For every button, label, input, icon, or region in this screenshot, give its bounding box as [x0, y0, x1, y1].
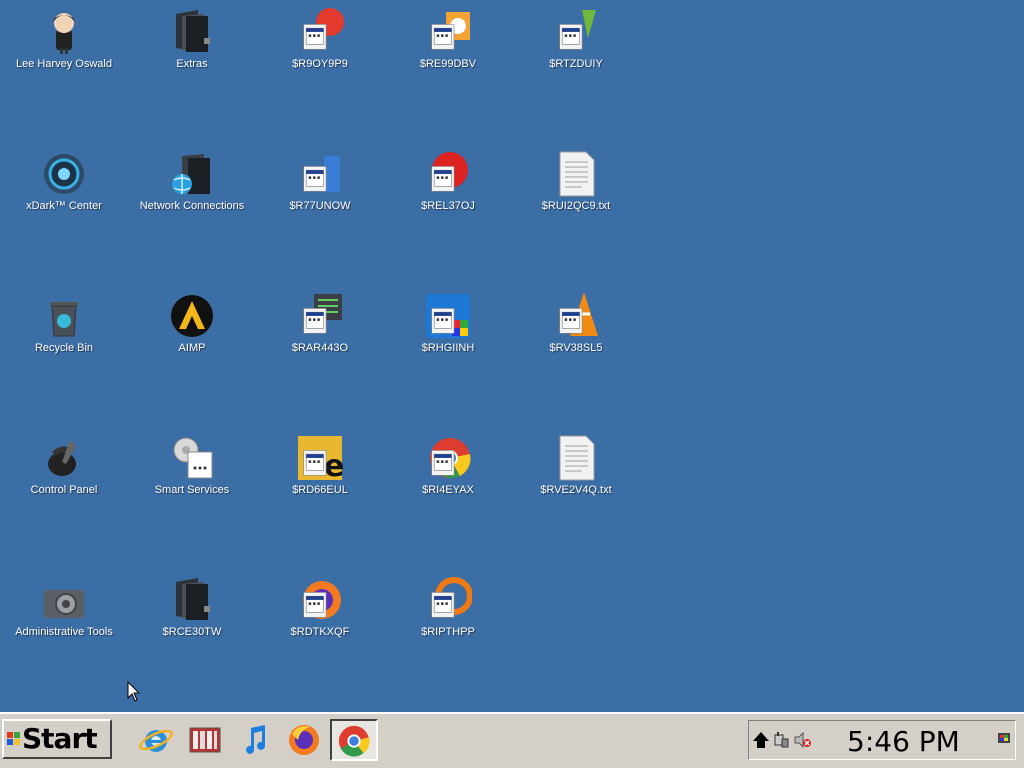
desktop-icon-rdtkxqf[interactable]: $RDTKXQF — [258, 570, 382, 650]
chrome-icon — [338, 725, 370, 757]
start-label: Start — [22, 722, 98, 755]
desktop-icon-control-panel[interactable]: Control Panel — [2, 428, 126, 508]
text-file-icon — [552, 150, 600, 198]
windows-flag-icon — [7, 732, 21, 746]
desktop-icon-label: $REL37OJ — [421, 200, 475, 212]
chrome-task-button[interactable] — [330, 719, 378, 761]
desktop-icon-label: xDark™ Center — [26, 200, 102, 212]
desktop-icon-rve2v4q-txt[interactable]: $RVE2V4Q.txt — [514, 428, 638, 508]
desktop-icon-ripthpp[interactable]: $RIPTHPP — [386, 570, 510, 650]
desktop-icon-label: AIMP — [178, 342, 206, 354]
network-plug-icon[interactable] — [771, 730, 791, 750]
desktop-icon-label: Administrative Tools — [15, 626, 113, 638]
app-shortcut-icon — [424, 292, 472, 340]
desktop-icon-xdark-center[interactable]: xDark™ Center — [2, 144, 126, 224]
internet-explorer-icon[interactable] — [138, 722, 174, 758]
desktop-icon-label: Lee Harvey Oswald — [16, 58, 112, 70]
app-shortcut-icon — [296, 576, 344, 624]
desktop-icon-rar443o[interactable]: $RAR443O — [258, 286, 382, 366]
desktop-icon-smart-services[interactable]: Smart Services — [130, 428, 254, 508]
desktop-icon-ri4eyax[interactable]: $RI4EYAX — [386, 428, 510, 508]
desktop-icon-label: $RAR443O — [291, 342, 349, 354]
aimp-icon — [168, 292, 216, 340]
desktop-icon-label: $RHGIINH — [421, 342, 475, 354]
desktop-icon-label: $RV38SL5 — [549, 342, 603, 354]
desktop-icon-label: $RI4EYAX — [422, 484, 474, 496]
desktop-icon-aimp[interactable]: AIMP — [130, 286, 254, 366]
app-shortcut-icon — [424, 434, 472, 482]
desktop-icon-recycle-bin[interactable]: Recycle Bin — [2, 286, 126, 366]
text-file-icon — [552, 434, 600, 482]
app-shortcut-icon — [424, 150, 472, 198]
xdark-center-icon — [40, 150, 88, 198]
desktop-icon-label: $R9OY9P9 — [292, 58, 348, 70]
taskbar: Start 5:46 PM — [0, 712, 1024, 768]
control-panel-icon — [40, 434, 88, 482]
desktop-icon-label: $RVE2V4Q.txt — [540, 484, 612, 496]
smart-services-icon — [168, 434, 216, 482]
app-shortcut-icon — [424, 576, 472, 624]
svg-text:e: e — [324, 449, 344, 482]
mouse-cursor-icon — [127, 681, 141, 702]
app-shortcut-icon — [296, 292, 344, 340]
folder-icon — [168, 576, 216, 624]
desktop-icon-extras[interactable]: Extras — [130, 2, 254, 82]
start-button[interactable]: Start — [2, 719, 112, 759]
system-tray: 5:46 PM — [748, 720, 1016, 760]
desktop-icon-label: $RD66EUL — [292, 484, 348, 496]
folder-icon — [168, 8, 216, 56]
desktop-icon-label: $RCE30TW — [162, 626, 222, 638]
app-shortcut-icon: e — [296, 434, 344, 482]
admin-tools-icon — [40, 576, 88, 624]
desktop: Lee Harvey Oswald Extras $R9OY9P9 $RE99DBV $… — [0, 0, 1024, 712]
desktop-icon-label: $RUI2QC9.txt — [541, 200, 611, 212]
desktop-icon-administrative-tools[interactable]: Administrative Tools — [2, 570, 126, 650]
clock[interactable]: 5:46 PM — [847, 725, 960, 758]
recycle-bin-icon — [40, 292, 88, 340]
desktop-icon-label: Extras — [176, 58, 208, 70]
app-shortcut-icon — [552, 292, 600, 340]
desktop-icon-label: Recycle Bin — [34, 342, 94, 354]
desktop-icon-label: Network Connections — [139, 200, 245, 212]
app-shortcut-icon — [296, 8, 344, 56]
desktop-icon-rhgiinh[interactable]: $RHGIINH — [386, 286, 510, 366]
media-library-icon[interactable] — [187, 722, 223, 758]
desktop-icon-label: Smart Services — [154, 484, 230, 496]
music-note-icon[interactable] — [237, 722, 273, 758]
desktop-icon-lee-harvey-oswald[interactable]: Lee Harvey Oswald — [2, 2, 126, 82]
desktop-icon-label: $RDTKXQF — [290, 626, 350, 638]
desktop-icon-re99dbv[interactable]: $RE99DBV — [386, 2, 510, 82]
app-shortcut-icon — [552, 8, 600, 56]
desktop-icon-label: $RE99DBV — [419, 58, 477, 70]
desktop-icon-rel37oj[interactable]: $REL37OJ — [386, 144, 510, 224]
desktop-icon-rv38sl5[interactable]: $RV38SL5 — [514, 286, 638, 366]
character-avatar-icon — [40, 8, 88, 56]
network-folder-icon — [168, 150, 216, 198]
desktop-icon-label: $RTZDUIY — [549, 58, 603, 70]
desktop-icon-label: $R77UNOW — [289, 200, 351, 212]
desktop-icon-rd66eul[interactable]: e $RD66EUL — [258, 428, 382, 508]
desktop-icon-network-connections[interactable]: Network Connections — [130, 144, 254, 224]
desktop-icon-label: Control Panel — [30, 484, 98, 496]
desktop-icon-rce30tw[interactable]: $RCE30TW — [130, 570, 254, 650]
monitor-flag-icon[interactable] — [995, 730, 1015, 750]
desktop-icon-r77unow[interactable]: $R77UNOW — [258, 144, 382, 224]
desktop-icon-label: $RIPTHPP — [421, 626, 475, 638]
flag-up-icon[interactable] — [751, 730, 771, 750]
desktop-icon-r9oy9p9[interactable]: $R9OY9P9 — [258, 2, 382, 82]
desktop-icon-rui2qc9-txt[interactable]: $RUI2QC9.txt — [514, 144, 638, 224]
firefox-icon[interactable] — [286, 722, 322, 758]
app-shortcut-icon — [424, 8, 472, 56]
app-shortcut-icon — [296, 150, 344, 198]
muted-speaker-icon[interactable] — [793, 730, 813, 750]
desktop-icon-rtzduiy[interactable]: $RTZDUIY — [514, 2, 638, 82]
